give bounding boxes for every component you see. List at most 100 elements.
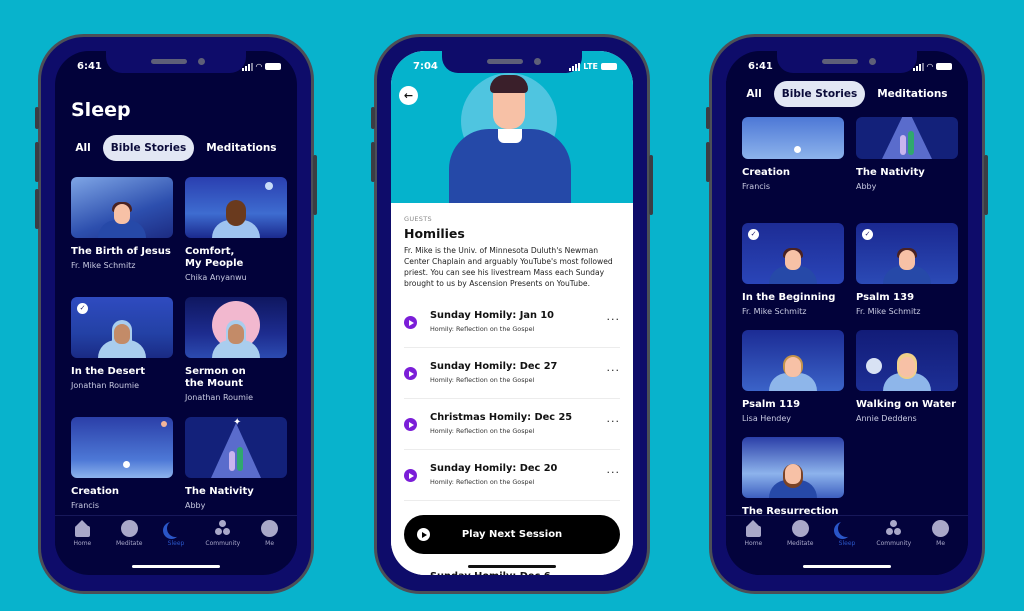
story-title: Psalm 119: [742, 399, 801, 410]
home-icon: [74, 520, 91, 537]
tab-bible-stories[interactable]: Bible Stories: [102, 135, 195, 161]
homilies-screen: ← 7:04 LTE GUESTS Homilies Fr. Mike is t…: [391, 51, 633, 575]
episode-title: Sunday Homily: Dec 6: [430, 571, 551, 575]
story-title: Sermon on the Mount: [185, 366, 246, 389]
profile-icon: [932, 520, 950, 537]
story-title: Creation: [71, 486, 119, 497]
story-title: In the Beginning: [742, 292, 836, 303]
category-tabs: All Bible Stories Meditations: [726, 81, 968, 109]
home-indicator: [132, 565, 220, 568]
episode-row[interactable]: Sunday Homily: Dec 20 Homily: Reflection…: [404, 450, 620, 501]
play-icon: [417, 528, 430, 541]
story-thumbnail: ✓: [856, 223, 958, 284]
story-title: In the Desert: [71, 366, 146, 377]
signal-icon: [912, 62, 924, 71]
battery-icon: [601, 63, 617, 70]
tabbar-community[interactable]: Community: [199, 520, 246, 547]
story-card[interactable]: Creation Francis: [71, 417, 173, 525]
tabbar-sleep[interactable]: Sleep: [824, 520, 871, 547]
battery-icon: [936, 63, 952, 70]
profile-icon: [261, 520, 279, 537]
story-title: Walking on Water: [856, 399, 957, 410]
status-bar: 7:04 LTE: [391, 61, 633, 75]
story-author: Francis: [71, 501, 100, 510]
bottom-tab-bar: Home Meditate Sleep Community Me: [726, 515, 968, 575]
tab-all[interactable]: All: [738, 81, 769, 107]
more-options-icon[interactable]: ···: [607, 466, 621, 479]
home-indicator: [468, 565, 556, 568]
story-card[interactable]: Comfort, My People Chika Anyanwu: [185, 177, 287, 297]
play-next-session-button[interactable]: Play Next Session: [404, 515, 620, 554]
power-button: [984, 155, 988, 215]
story-thumbnail: [856, 330, 958, 391]
side-button: [35, 142, 39, 182]
episode-list: Sunday Homily: Jan 10 Homily: Reflection…: [404, 297, 620, 501]
arrow-left-icon: ←: [403, 89, 414, 102]
story-thumbnail: ✦: [185, 417, 287, 478]
tabbar-me[interactable]: Me: [246, 520, 293, 547]
play-icon[interactable]: [404, 469, 417, 482]
story-card[interactable]: ✓ Psalm 139 Fr. Mike Schmitz: [856, 223, 958, 330]
play-icon[interactable]: [404, 418, 417, 431]
moon-icon: [167, 520, 184, 537]
story-thumbnail: [742, 330, 844, 391]
episode-row[interactable]: Sunday Homily: Jan 10 Homily: Reflection…: [404, 297, 620, 348]
moon-icon: [838, 520, 855, 537]
tab-all[interactable]: All: [67, 135, 98, 161]
tab-bible-stories[interactable]: Bible Stories: [773, 81, 866, 107]
tab-meditations[interactable]: Meditations: [198, 135, 284, 161]
story-author: Abby: [185, 501, 206, 510]
tabbar-sleep[interactable]: Sleep: [153, 520, 200, 547]
tabbar-meditate[interactable]: Meditate: [106, 520, 153, 547]
tab-meditations[interactable]: Meditations: [869, 81, 955, 107]
story-card[interactable]: Creation Francis: [742, 117, 844, 223]
play-icon[interactable]: [404, 367, 417, 380]
bottom-tab-bar: Home Meditate Sleep Community Me: [55, 515, 297, 575]
wifi-icon: ◠: [255, 62, 262, 71]
tabbar-home[interactable]: Home: [59, 520, 106, 547]
story-card[interactable]: ✦ The Nativity Abby: [185, 417, 287, 525]
story-author: Jonathan Roumie: [185, 393, 254, 402]
episode-row[interactable]: Christmas Homily: Dec 25 Homily: Reflect…: [404, 399, 620, 450]
phone-left: 6:41 ◠ Sleep All Bible Stories Meditatio…: [35, 34, 317, 594]
home-icon: [745, 520, 762, 537]
back-button[interactable]: ←: [399, 86, 418, 105]
story-card[interactable]: The Nativity Abby: [856, 117, 958, 223]
sleep-screen: 6:41 ◠ Sleep All Bible Stories Meditatio…: [55, 51, 297, 575]
story-card[interactable]: Walking on Water Annie Deddens: [856, 330, 958, 437]
community-icon: [214, 520, 231, 537]
status-bar: 6:41 ◠: [726, 61, 968, 75]
side-button: [706, 107, 710, 129]
tabbar-meditate[interactable]: Meditate: [777, 520, 824, 547]
story-card[interactable]: ✓ In the Beginning Fr. Mike Schmitz: [742, 223, 844, 330]
story-title: The Nativity: [185, 486, 254, 497]
tabbar-home[interactable]: Home: [730, 520, 777, 547]
sleep-screen-scrolled: 6:41 ◠ All Bible Stories Meditations Cre…: [726, 51, 968, 575]
story-title: The Nativity: [856, 167, 925, 178]
episode-title: Sunday Homily: Jan 10: [430, 310, 554, 321]
phone-right: 6:41 ◠ All Bible Stories Meditations Cre…: [706, 34, 988, 594]
story-card[interactable]: The Birth of Jesus Fr. Mike Schmitz: [71, 177, 173, 297]
more-options-icon[interactable]: ···: [607, 364, 621, 377]
phone-middle: ← 7:04 LTE GUESTS Homilies Fr. Mike is t…: [371, 34, 653, 594]
home-indicator: [803, 565, 891, 568]
story-card[interactable]: ✓ In the Desert Jonathan Roumie: [71, 297, 173, 417]
episode-row[interactable]: Sunday Homily: Dec 27 Homily: Reflection…: [404, 348, 620, 399]
tabbar-me[interactable]: Me: [917, 520, 964, 547]
episode-subtitle: Homily: Reflection on the Gospel: [430, 376, 535, 384]
series-description: Fr. Mike is the Univ. of Minnesota Dulut…: [404, 246, 613, 288]
more-options-icon[interactable]: ···: [607, 415, 621, 428]
wifi-icon: ◠: [926, 62, 933, 71]
more-options-icon[interactable]: ···: [607, 313, 621, 326]
side-button: [35, 189, 39, 229]
tabbar-community[interactable]: Community: [870, 520, 917, 547]
story-card[interactable]: Sermon on the Mount Jonathan Roumie: [185, 297, 287, 417]
story-card[interactable]: Psalm 119 Lisa Hendey: [742, 330, 844, 437]
story-thumbnail: [742, 117, 844, 159]
episode-title: Sunday Homily: Dec 20: [430, 463, 558, 474]
story-author: Francis: [742, 182, 771, 191]
completed-check-icon: ✓: [77, 303, 88, 314]
story-title: The Birth of Jesus: [71, 246, 171, 257]
play-icon[interactable]: [404, 316, 417, 329]
signal-icon: [241, 62, 253, 71]
